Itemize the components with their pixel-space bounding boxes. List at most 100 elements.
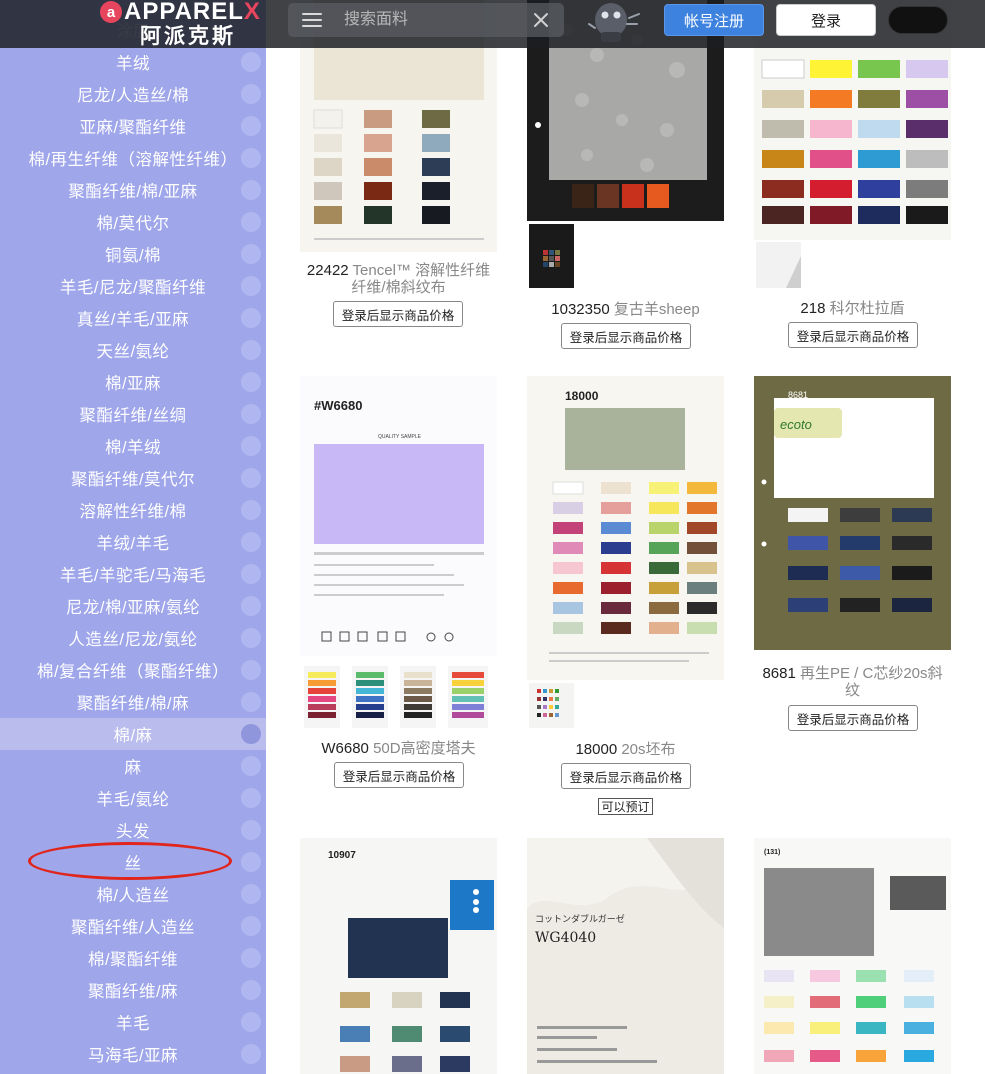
sidebar-category-item[interactable]: 棉/麻	[0, 718, 266, 750]
radio-circle-icon[interactable]	[241, 404, 261, 424]
sidebar-category-item[interactable]: 棉/羊绒	[0, 430, 266, 462]
radio-circle-icon[interactable]	[241, 276, 261, 296]
radio-circle-icon[interactable]	[241, 436, 261, 456]
sidebar-category-item[interactable]: 棉/复合纤维（聚酯纤维）	[0, 654, 266, 686]
sidebar-category-item[interactable]: 棉/再生纤维（溶解性纤维）	[0, 142, 266, 174]
price-login-button-218[interactable]: 登录后显示商品价格	[788, 322, 918, 348]
radio-circle-icon[interactable]	[241, 692, 261, 712]
menu-icon[interactable]	[302, 13, 322, 27]
price-login-button-w6680[interactable]: 登录后显示商品价格	[334, 762, 464, 788]
radio-circle-icon[interactable]	[241, 628, 261, 648]
radio-circle-icon[interactable]	[241, 596, 261, 616]
robot-mascot-icon[interactable]	[587, 0, 643, 44]
sidebar-category-item[interactable]: 棉/亚麻	[0, 366, 266, 398]
sidebar-category-item[interactable]: 真丝/羊毛/亚麻	[0, 302, 266, 334]
register-button[interactable]: 帐号注册	[664, 4, 764, 36]
product-name-line1: Tencel™ 溶解性纤维	[352, 262, 491, 279]
radio-circle-icon[interactable]	[241, 980, 261, 1000]
radio-circle-icon[interactable]	[241, 212, 261, 232]
sidebar-category-item[interactable]: 羊绒	[0, 46, 266, 78]
radio-circle-icon[interactable]	[241, 916, 261, 936]
product-image-8681[interactable]: 8681 ecoto	[754, 376, 951, 650]
product-title-8681[interactable]: 8681 再生PE / C芯纱20s斜 纹	[754, 665, 951, 699]
sidebar-category-item[interactable]: 马海毛/亚麻	[0, 1038, 266, 1070]
product-title-22422[interactable]: 22422 Tencel™ 溶解性纤维 纤维/棉斜纹布	[300, 262, 497, 296]
sidebar-category-item[interactable]: 聚酯纤维/棉/亚麻	[0, 174, 266, 206]
radio-circle-icon[interactable]	[241, 52, 261, 72]
product-image-wg4040[interactable]: コットンダブルガーゼ WG4040	[527, 838, 724, 1074]
product-image-10907[interactable]: 10907	[300, 838, 497, 1074]
sidebar-category-item[interactable]: 棉/人造丝	[0, 878, 266, 910]
radio-circle-icon[interactable]	[241, 660, 261, 680]
sidebar-category-label: 聚酯纤维/棉/麻	[76, 695, 190, 713]
price-login-button-22422[interactable]: 登录后显示商品价格	[333, 301, 463, 327]
search-input[interactable]	[344, 7, 524, 33]
sidebar-category-item[interactable]: 聚酯纤维/莫代尔	[0, 462, 266, 494]
radio-circle-icon[interactable]	[241, 84, 261, 104]
sidebar-category-item[interactable]: 羊毛/羊驼毛/马海毛	[0, 558, 266, 590]
sidebar-category-item[interactable]: 羊绒/羊毛	[0, 526, 266, 558]
price-login-button-18000[interactable]: 登录后显示商品价格	[561, 763, 691, 789]
radio-circle-icon[interactable]	[241, 820, 261, 840]
sidebar-category-item[interactable]: 羊毛/尼龙/聚酯纤维	[0, 270, 266, 302]
price-login-button-8681[interactable]: 登录后显示商品价格	[788, 705, 918, 731]
sidebar-category-item[interactable]: 铜氨/棉	[0, 238, 266, 270]
product-thumb-18000[interactable]	[529, 683, 574, 728]
sidebar-category-item[interactable]: 溶解性纤维/棉	[0, 494, 266, 526]
sidebar-category-item[interactable]: 棉/聚酯纤维	[0, 942, 266, 974]
radio-circle-icon[interactable]	[241, 532, 261, 552]
radio-circle-icon[interactable]	[241, 372, 261, 392]
product-image-18000[interactable]: 18000	[527, 376, 724, 680]
sidebar-category-item[interactable]: 羊毛/氨纶	[0, 782, 266, 814]
sidebar-category-item[interactable]: 棉/莫代尔	[0, 206, 266, 238]
category-sidebar: 涂层 羊绒尼龙/人造丝/棉亚麻/聚酯纤维棉/再生纤维（溶解性纤维）聚酯纤维/棉/…	[0, 0, 266, 1074]
sidebar-category-item[interactable]: 尼龙/棉/亚麻/氨纶	[0, 590, 266, 622]
product-title-w6680[interactable]: W6680 50D高密度塔夫	[300, 740, 497, 757]
reservable-button-18000[interactable]: 可以预订	[598, 798, 653, 815]
radio-circle-icon[interactable]	[241, 948, 261, 968]
product-name-line2: 纤维/棉斜纹布	[351, 279, 446, 296]
radio-circle-icon[interactable]	[241, 500, 261, 520]
sidebar-category-label: 棉/聚酯纤维	[87, 951, 179, 969]
sidebar-category-item[interactable]: 羊毛	[0, 1006, 266, 1038]
radio-circle-icon[interactable]	[241, 1012, 261, 1032]
sidebar-category-label: 溶解性纤维/棉	[79, 503, 187, 521]
sidebar-category-label: 真丝/羊毛/亚麻	[76, 311, 190, 329]
product-thumb-218[interactable]	[756, 242, 801, 288]
sidebar-category-item[interactable]: 聚酯纤维/人造丝	[0, 910, 266, 942]
product-title-218[interactable]: 218 科尔杜拉盾	[754, 300, 951, 317]
sidebar-category-item[interactable]: 亚麻/聚酯纤维	[0, 110, 266, 142]
sidebar-category-item[interactable]: 人造丝/尼龙/氨纶	[0, 622, 266, 654]
product-image-131[interactable]: (131)	[754, 838, 951, 1074]
sidebar-category-label: 羊毛/尼龙/聚酯纤维	[59, 279, 207, 297]
radio-circle-icon[interactable]	[241, 468, 261, 488]
sidebar-category-item[interactable]: 麻	[0, 750, 266, 782]
radio-circle-icon[interactable]	[241, 308, 261, 328]
login-button[interactable]: 登录	[776, 4, 876, 36]
radio-circle-icon[interactable]	[241, 244, 261, 264]
radio-circle-icon[interactable]	[241, 1044, 261, 1064]
site-logo[interactable]: a APPARELX 阿派克斯	[100, 0, 275, 48]
radio-circle-icon[interactable]	[241, 756, 261, 776]
sidebar-category-item[interactable]: 天丝/氨纶	[0, 334, 266, 366]
product-thumb-1032350[interactable]	[529, 224, 574, 288]
sidebar-category-item[interactable]: 尼龙/人造丝/棉	[0, 78, 266, 110]
radio-circle-icon[interactable]	[241, 148, 261, 168]
radio-circle-icon[interactable]	[241, 884, 261, 904]
radio-circle-icon[interactable]	[241, 340, 261, 360]
radio-circle-icon[interactable]	[241, 724, 261, 744]
radio-circle-icon[interactable]	[241, 852, 261, 872]
sidebar-category-item[interactable]: 聚酯纤维/棉/麻	[0, 686, 266, 718]
radio-circle-icon[interactable]	[241, 564, 261, 584]
sidebar-category-item[interactable]: 聚酯纤维/丝绸	[0, 398, 266, 430]
radio-circle-icon[interactable]	[241, 788, 261, 808]
product-title-18000[interactable]: 18000 20s坯布	[527, 741, 724, 758]
radio-circle-icon[interactable]	[241, 116, 261, 136]
price-login-button-1032350[interactable]: 登录后显示商品价格	[561, 323, 691, 349]
partner-badge-icon[interactable]	[888, 6, 948, 34]
product-title-1032350[interactable]: 1032350 复古羊sheep	[527, 301, 724, 318]
sidebar-category-item[interactable]: 聚酯纤维/麻	[0, 974, 266, 1006]
product-image-w6680[interactable]: #W6680 QUALITY SAMPLE	[300, 376, 497, 732]
close-icon[interactable]	[532, 11, 550, 29]
radio-circle-icon[interactable]	[241, 180, 261, 200]
